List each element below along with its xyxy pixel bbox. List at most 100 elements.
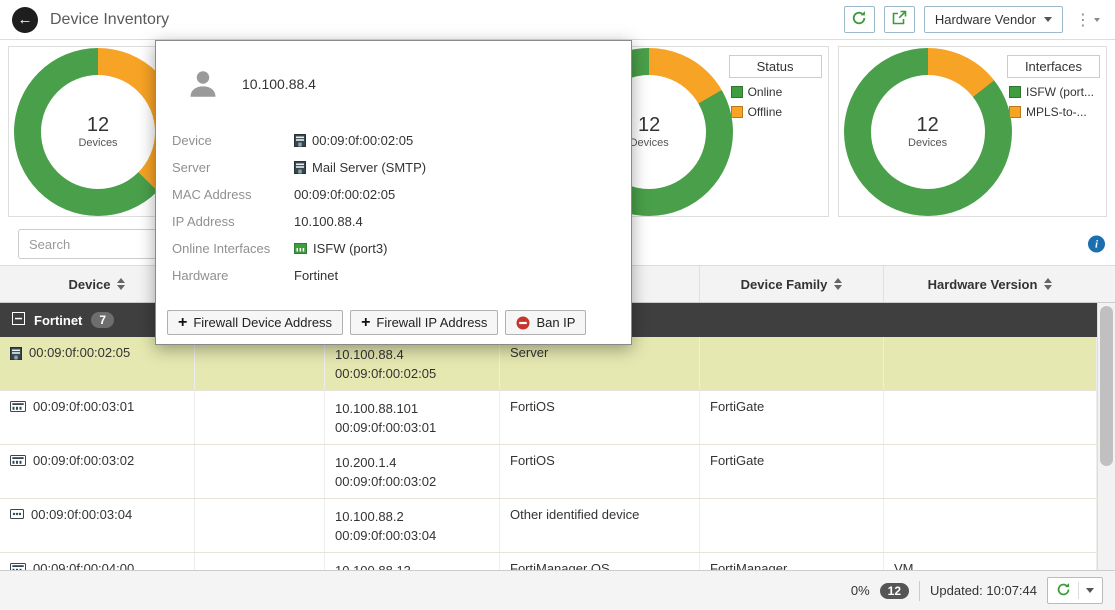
host-icon — [294, 161, 306, 174]
refresh-button[interactable] — [844, 6, 875, 33]
firewall-ip-address-button[interactable]: + Firewall IP Address — [350, 310, 498, 335]
legend-item-label: Offline — [748, 105, 782, 119]
legend-items: ISFW (port... MPLS-to-... — [1007, 78, 1100, 126]
ip-address: 10.100.88.2 — [335, 507, 489, 526]
more-options-menu[interactable]: ⋮ — [1072, 10, 1103, 30]
field-value: 00:09:0f:00:02:05 — [294, 187, 395, 202]
os-cell: Other identified device — [500, 499, 700, 552]
field-label: Server — [172, 160, 294, 175]
field-value-text: Fortinet — [294, 268, 338, 283]
device-cell: 00:09:0f:00:03:02 — [0, 445, 195, 498]
table-row[interactable]: 00:09:0f:00:03:02 10.200.1.4 00:09:0f:00… — [0, 445, 1115, 499]
table-row[interactable]: 00:09:0f:00:04:00 10.100.88.13 FortiMana… — [0, 553, 1115, 570]
table-row[interactable]: 00:09:0f:00:03:01 10.100.88.101 00:09:0f… — [0, 391, 1115, 445]
hardware-version-cell — [884, 445, 1097, 498]
hardware-version-cell — [884, 391, 1097, 444]
sort-icon — [117, 278, 125, 290]
field-label: Hardware — [172, 268, 294, 283]
switch-device-icon — [10, 401, 26, 412]
page-title: Device Inventory — [50, 11, 169, 29]
donut-chart-interfaces[interactable]: 12 Devices — [844, 48, 1012, 216]
device-count: 12 — [87, 114, 109, 137]
scrollbar-thumb[interactable] — [1100, 306, 1113, 466]
plus-icon: + — [361, 315, 370, 331]
field-row-ip-address: IP Address 10.100.88.4 — [172, 208, 615, 235]
column-header-hardware-version[interactable]: Hardware Version — [884, 266, 1097, 302]
device-family-cell: FortiGate — [700, 391, 884, 444]
address-cell: 10.100.88.101 00:09:0f:00:03:01 — [325, 391, 500, 444]
legend-item-offline[interactable]: Offline — [731, 105, 820, 119]
refresh-icon — [851, 10, 867, 29]
button-label: Ban IP — [536, 315, 575, 330]
open-in-window-button[interactable] — [884, 6, 915, 33]
device-family-cell — [700, 337, 884, 390]
group-label: Fortinet — [34, 313, 82, 328]
table-row[interactable]: 00:09:0f:00:02:05 10.100.88.4 00:09:0f:0… — [0, 337, 1115, 391]
mac-address: 00:09:0f:00:02:05 — [335, 364, 489, 383]
field-row-server: Server Mail Server (SMTP) — [172, 154, 615, 181]
legend-title: Interfaces — [1007, 55, 1100, 78]
chevron-down-icon — [1044, 17, 1052, 22]
hardware-version-cell: VM — [884, 553, 1097, 570]
address-cell: 10.100.88.13 — [325, 553, 500, 570]
top-toolbar: ← Device Inventory Hardware Vendor ⋮ — [0, 0, 1115, 40]
field-label: Online Interfaces — [172, 241, 294, 256]
popup-actions: + Firewall Device Address + Firewall IP … — [167, 310, 586, 335]
ban-ip-button[interactable]: Ban IP — [505, 310, 586, 335]
hardware-vendor-dropdown[interactable]: Hardware Vendor — [924, 6, 1063, 33]
status-bar: 0% 12 Updated: 10:07:44 — [0, 570, 1115, 610]
collapse-icon — [12, 312, 25, 328]
firewall-device-address-button[interactable]: + Firewall Device Address — [167, 310, 343, 335]
arrow-left-icon: ← — [18, 11, 33, 28]
info-button[interactable]: i — [1088, 236, 1105, 253]
server-device-icon — [10, 347, 22, 360]
hardware-version-cell — [884, 499, 1097, 552]
device-count-unit: Devices — [78, 137, 117, 149]
column-header-device-family[interactable]: Device Family — [700, 266, 884, 302]
chevron-down-icon — [1086, 588, 1094, 593]
popup-fields: Device 00:09:0f:00:02:05 Server Mail Ser… — [156, 127, 631, 289]
legend-title: Status — [729, 55, 822, 78]
device-mac: 00:09:0f:00:02:05 — [29, 345, 130, 360]
field-value: 00:09:0f:00:02:05 — [294, 133, 413, 148]
switch-device-icon — [10, 563, 26, 570]
host-icon — [294, 134, 306, 147]
back-button[interactable]: ← — [12, 7, 38, 33]
column-header-label: Hardware Version — [928, 277, 1038, 292]
field-label: IP Address — [172, 214, 294, 229]
donut-center: 12 Devices — [844, 48, 1012, 216]
device-mac: 00:09:0f:00:03:01 — [33, 399, 134, 414]
refresh-icon — [1056, 582, 1071, 600]
button-label: Firewall Device Address — [193, 315, 332, 330]
sort-icon — [834, 278, 842, 290]
cell — [195, 553, 325, 570]
field-value-text: 00:09:0f:00:02:05 — [312, 133, 413, 148]
legend-item-isfw[interactable]: ISFW (port... — [1009, 85, 1098, 99]
column-header-label: Device — [69, 277, 111, 292]
external-link-icon — [891, 10, 907, 29]
column-header-label: Device Family — [741, 277, 828, 292]
address-cell: 10.100.88.2 00:09:0f:00:03:04 — [325, 499, 500, 552]
device-count-badge: 12 — [880, 583, 909, 599]
device-family-cell: FortiManager — [700, 553, 884, 570]
field-value-text: 00:09:0f:00:02:05 — [294, 187, 395, 202]
interface-icon — [294, 243, 307, 254]
field-value-text: 10.100.88.4 — [294, 214, 363, 229]
ban-icon — [516, 316, 530, 330]
device-family-cell: FortiGate — [700, 445, 884, 498]
auto-refresh-button[interactable] — [1047, 577, 1103, 604]
ip-address: 10.100.88.101 — [335, 399, 489, 418]
field-label: MAC Address — [172, 187, 294, 202]
field-value: 10.100.88.4 — [294, 214, 363, 229]
table-row[interactable]: 00:09:0f:00:03:04 10.100.88.2 00:09:0f:0… — [0, 499, 1115, 553]
person-icon — [186, 67, 220, 101]
legend-item-mpls[interactable]: MPLS-to-... — [1009, 105, 1098, 119]
plus-icon: + — [178, 315, 187, 331]
cell — [195, 445, 325, 498]
vertical-scrollbar[interactable] — [1097, 303, 1115, 570]
legend-item-online[interactable]: Online — [731, 85, 820, 99]
field-row-device: Device 00:09:0f:00:02:05 — [172, 127, 615, 154]
device-family-cell — [700, 499, 884, 552]
group-count-badge: 7 — [91, 312, 114, 328]
device-cell: 00:09:0f:00:03:04 — [0, 499, 195, 552]
